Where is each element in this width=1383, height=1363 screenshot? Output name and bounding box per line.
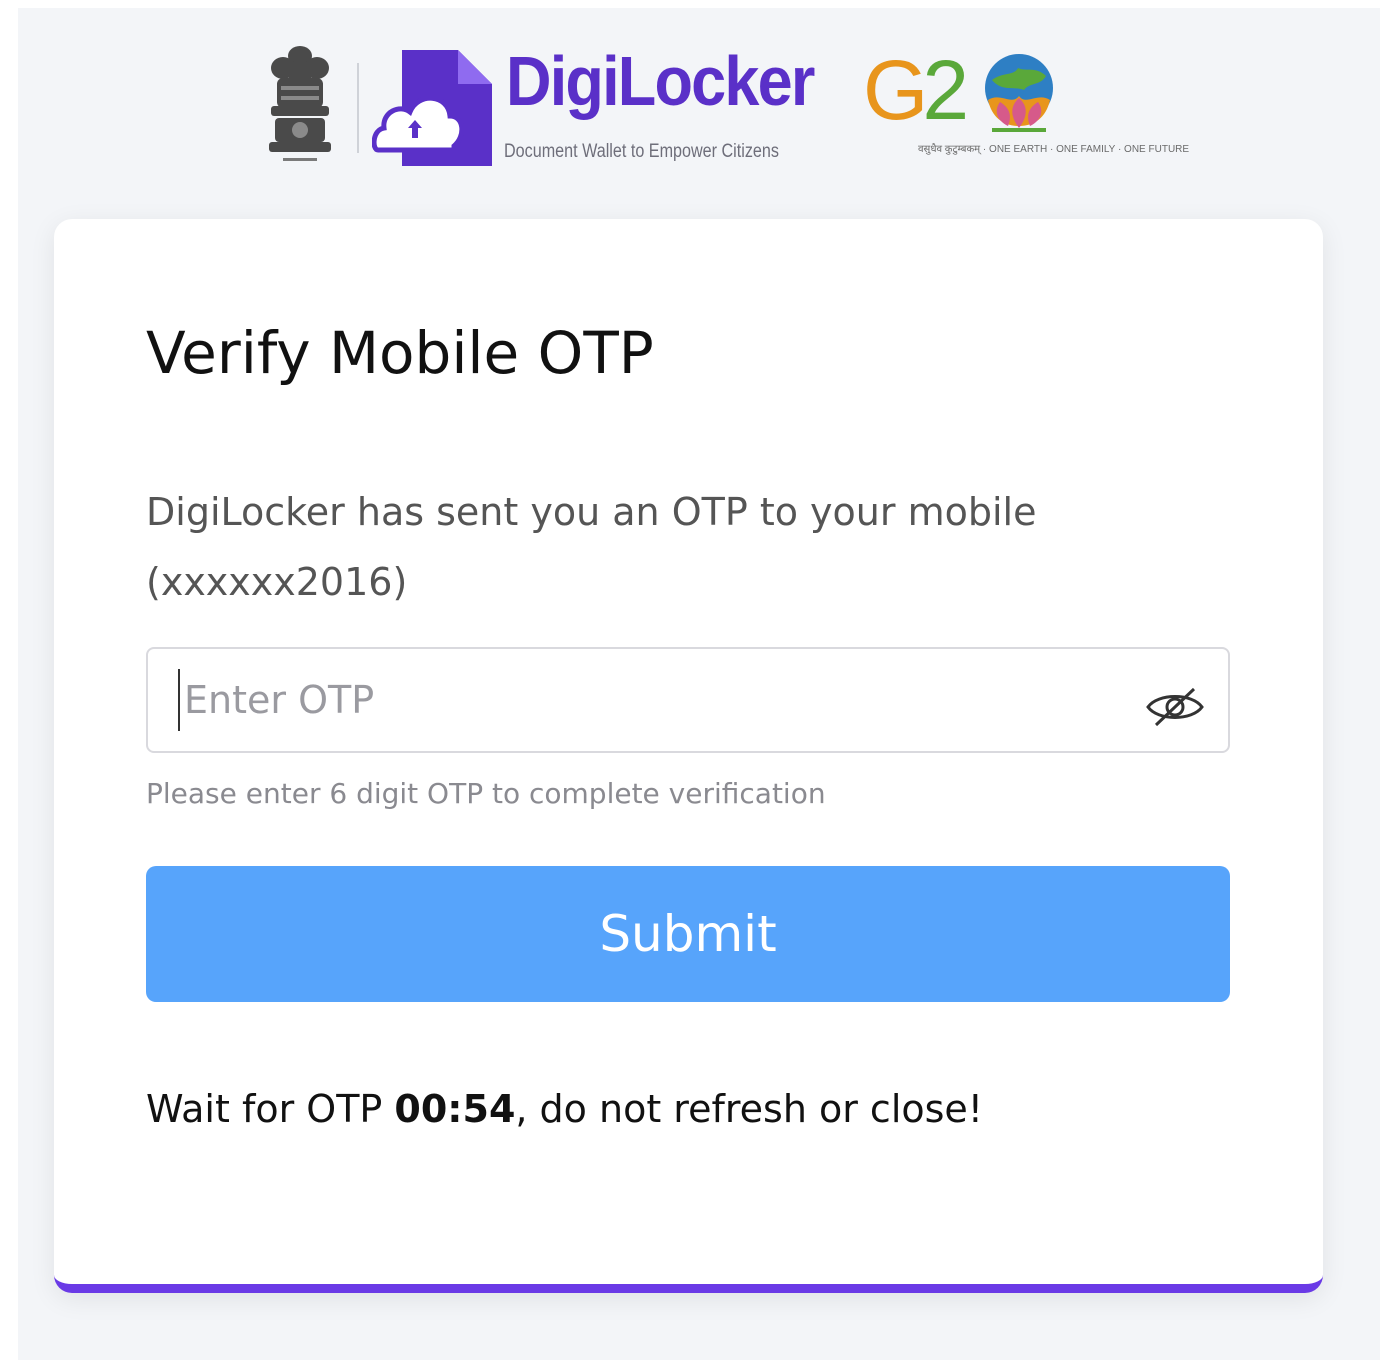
otp-timer: 00:54: [394, 1087, 516, 1131]
otp-input[interactable]: [178, 669, 1118, 731]
page-background: DigiLocker Document Wallet to Empower Ci…: [18, 8, 1380, 1360]
header: DigiLocker Document Wallet to Empower Ci…: [18, 8, 1380, 208]
g20-logo-text: G2: [863, 48, 969, 132]
otp-hint: Please enter 6 digit OTP to complete ver…: [146, 777, 826, 810]
g20-subtitle: वसुधैव कुटुम्बकम् · ONE EARTH · ONE FAMI…: [918, 144, 1190, 155]
eye-slash-icon[interactable]: [1144, 685, 1206, 729]
g20-number: 2: [922, 43, 969, 137]
wait-prefix: Wait for OTP: [146, 1087, 395, 1131]
digilocker-logo-icon: [372, 50, 492, 166]
submit-button[interactable]: Submit: [146, 866, 1230, 1002]
state-emblem-icon: [269, 46, 331, 161]
g20-letter: G: [863, 43, 928, 137]
header-divider: [357, 63, 359, 153]
g20-globe-icon: [985, 54, 1053, 132]
otp-card: Verify Mobile OTP DigiLocker has sent yo…: [54, 219, 1323, 1293]
otp-wait-message: Wait for OTP 00:54, do not refresh or cl…: [146, 1087, 983, 1131]
otp-field-container: [146, 647, 1230, 753]
brand-tagline: Document Wallet to Empower Citizens: [504, 141, 779, 162]
wait-suffix: , do not refresh or close!: [515, 1087, 984, 1131]
page-title: Verify Mobile OTP: [146, 319, 654, 387]
brand-name: DigiLocker: [506, 42, 815, 120]
otp-sent-message: DigiLocker has sent you an OTP to your m…: [146, 490, 1037, 604]
